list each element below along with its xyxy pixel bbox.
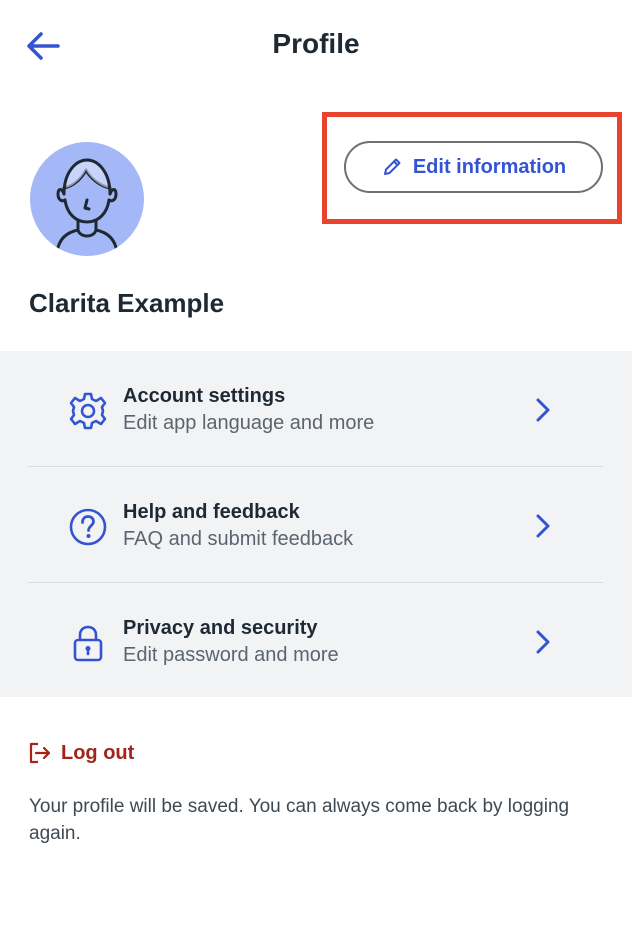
gear-icon	[69, 392, 107, 430]
menu-item-title: Privacy and security	[123, 617, 318, 639]
avatar	[30, 142, 144, 256]
pencil-icon	[383, 158, 401, 175]
menu-item-subtitle: Edit password and more	[123, 644, 339, 666]
user-name: Clarita Example	[29, 288, 225, 318]
edit-information-label: Edit information	[412, 155, 567, 178]
lock-icon	[73, 625, 103, 662]
app-header: Profile	[0, 0, 632, 92]
person-avatar-icon	[55, 158, 119, 254]
chevron-right-icon	[536, 630, 550, 654]
menu-item-account-settings[interactable]: Account settings Edit app language and m…	[0, 351, 632, 466]
page-title: Profile	[272, 28, 360, 59]
chevron-right-icon	[536, 514, 550, 538]
menu-item-privacy-and-security[interactable]: Privacy and security Edit password and m…	[0, 583, 632, 698]
logout-icon	[29, 742, 51, 764]
logout-button[interactable]: Log out	[28, 739, 134, 767]
question-circle-icon	[69, 508, 107, 546]
menu-item-subtitle: FAQ and submit feedback	[123, 528, 354, 550]
menu-item-subtitle: Edit app language and more	[123, 412, 375, 434]
menu-item-help-and-feedback[interactable]: Help and feedback FAQ and submit feedbac…	[0, 467, 632, 582]
logout-label: Log out	[61, 741, 135, 764]
menu-item-title: Account settings	[123, 385, 286, 407]
edit-information-button[interactable]: Edit information	[344, 141, 603, 193]
chevron-right-icon	[536, 398, 550, 422]
menu-item-title: Help and feedback	[123, 501, 300, 523]
logout-note: Your profile will be saved. You can alwa…	[29, 796, 570, 844]
settings-menu: Account settings Edit app language and m…	[0, 351, 632, 697]
